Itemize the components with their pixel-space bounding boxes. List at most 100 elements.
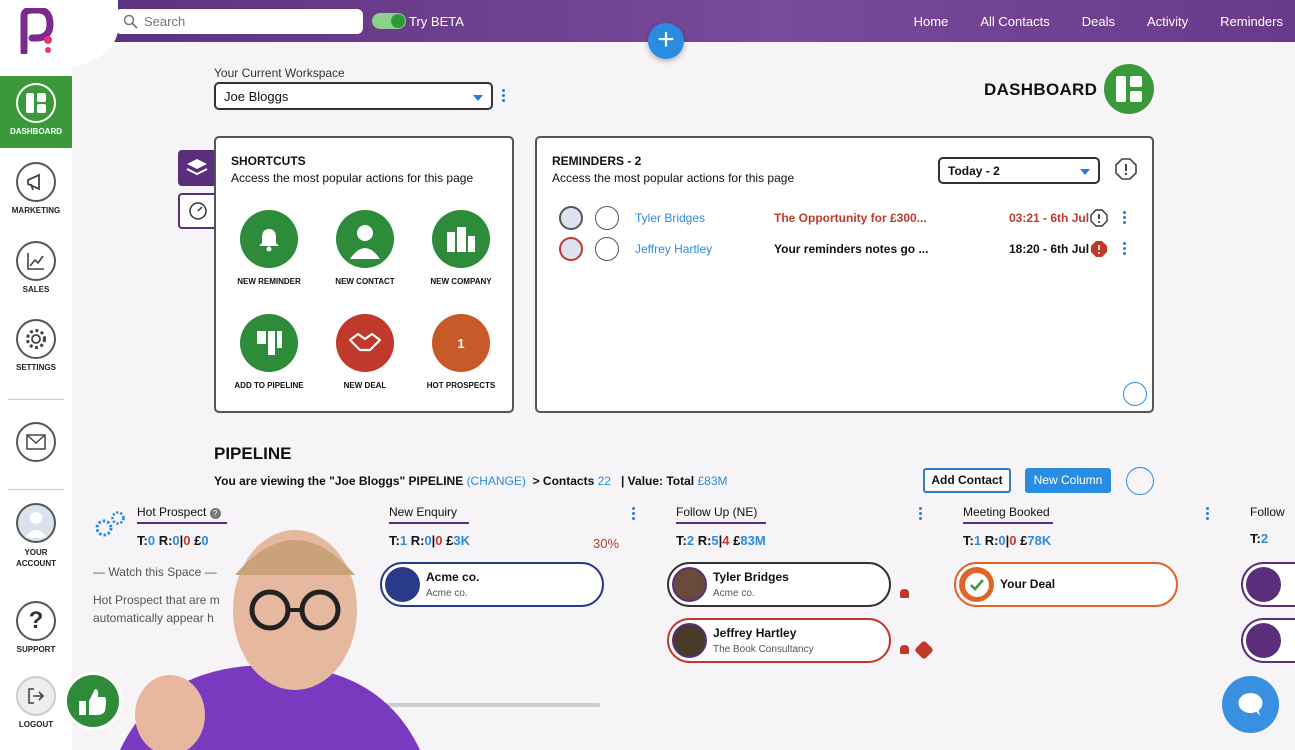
search-input[interactable] bbox=[144, 14, 344, 29]
card-subtitle: Acme co. bbox=[426, 588, 468, 599]
reminders-panel: REMINDERS - 2 Access the most popular ac… bbox=[535, 136, 1154, 413]
clipboard-icon[interactable] bbox=[595, 206, 619, 230]
shortcuts-subtitle: Access the most popular actions for this… bbox=[231, 171, 474, 185]
column-more-icon[interactable] bbox=[632, 507, 636, 522]
sidebar-item-settings[interactable]: SETTINGS bbox=[0, 319, 72, 372]
pipeline-card-tyler[interactable]: Tyler Bridges Acme co. bbox=[667, 562, 891, 607]
column-header[interactable]: Meeting Booked bbox=[963, 505, 1053, 524]
sidebar: DASHBOARD MARKETING SALES SETTINGS YOUR … bbox=[0, 68, 72, 750]
alert-octagon-icon bbox=[1091, 241, 1107, 257]
sidebar-label: DASHBOARD bbox=[10, 127, 62, 136]
avatar bbox=[672, 567, 707, 602]
card-subtitle: The Book Consultancy bbox=[713, 644, 814, 655]
pipeline-column-follow: Follow T:2 bbox=[1250, 505, 1295, 546]
shortcut-add-to-pipeline[interactable]: ADD TO PIPELINE bbox=[221, 314, 317, 390]
reminder-contact-link[interactable]: Tyler Bridges bbox=[635, 211, 705, 225]
card-title: Acme co. bbox=[426, 570, 480, 584]
pipeline-change-link[interactable]: (CHANGE) bbox=[467, 474, 526, 488]
shortcut-new-company[interactable]: NEW COMPANY bbox=[413, 210, 509, 286]
chat-button[interactable] bbox=[1222, 676, 1279, 733]
column-header[interactable]: Follow Up (NE) bbox=[676, 505, 766, 524]
mail-icon bbox=[16, 422, 56, 462]
quick-add-button[interactable]: + bbox=[648, 23, 684, 59]
shortcut-label: HOT PROSPECTS bbox=[426, 381, 496, 390]
clipboard-icon[interactable] bbox=[595, 237, 619, 261]
sidebar-item-mail[interactable] bbox=[0, 422, 72, 466]
reminder-more-icon[interactable] bbox=[1123, 211, 1127, 226]
beta-label: Try BETA bbox=[409, 14, 464, 29]
avatar bbox=[1246, 567, 1281, 602]
workspace-label: Your Current Workspace bbox=[214, 66, 345, 80]
card-title: Your Deal bbox=[1000, 577, 1056, 591]
alert-octagon-icon[interactable] bbox=[1115, 158, 1137, 180]
shortcut-hot-prospects[interactable]: 1 HOT PROSPECTS bbox=[413, 314, 509, 390]
logout-icon bbox=[16, 676, 56, 716]
new-column-button[interactable]: New Column bbox=[1025, 468, 1111, 493]
column-title: Follow bbox=[1250, 505, 1285, 519]
nav-activity[interactable]: Activity bbox=[1147, 14, 1188, 29]
pipeline-column-meeting-booked: Meeting Booked T:1 R:0|0 £78K bbox=[963, 505, 1053, 548]
bell-icon bbox=[900, 589, 909, 598]
reminder-time: 03:21 - 6th Jul bbox=[1009, 211, 1090, 225]
shortcut-label: NEW DEAL bbox=[343, 381, 387, 390]
pipeline-card[interactable] bbox=[1241, 618, 1295, 663]
column-header[interactable]: Follow bbox=[1250, 505, 1295, 522]
pipeline-icon bbox=[240, 314, 298, 372]
contacts-label: > Contacts bbox=[532, 474, 595, 488]
shortcut-new-contact[interactable]: NEW CONTACT bbox=[317, 210, 413, 286]
sidebar-item-marketing[interactable]: MARKETING bbox=[0, 162, 72, 215]
sidebar-divider bbox=[8, 399, 64, 400]
sidebar-label: LOGOUT bbox=[18, 720, 54, 729]
shortcut-new-deal[interactable]: NEW DEAL bbox=[317, 314, 413, 390]
expand-icon[interactable] bbox=[1126, 467, 1154, 495]
shortcuts-panel: SHORTCUTS Access the most popular action… bbox=[214, 136, 514, 413]
shortcuts-title: SHORTCUTS bbox=[231, 154, 306, 168]
nav-deals[interactable]: Deals bbox=[1082, 14, 1115, 29]
sidebar-item-sales[interactable]: SALES bbox=[0, 241, 72, 294]
expand-icon[interactable] bbox=[1123, 382, 1147, 406]
shortcuts-tab[interactable] bbox=[178, 150, 216, 186]
check-icon bbox=[959, 567, 994, 602]
shortcut-label: NEW REMINDER bbox=[237, 277, 301, 286]
app-logo-icon[interactable] bbox=[20, 8, 54, 54]
beta-toggle[interactable] bbox=[372, 13, 406, 29]
add-contact-button[interactable]: Add Contact bbox=[923, 468, 1011, 493]
pipeline-card-jeffrey[interactable]: Jeffrey Hartley The Book Consultancy bbox=[667, 618, 891, 663]
reminders-filter-select[interactable]: Today - 2 bbox=[938, 157, 1100, 184]
column-more-icon[interactable] bbox=[919, 507, 923, 522]
alert-octagon-icon bbox=[1090, 209, 1108, 227]
nav-home[interactable]: Home bbox=[914, 14, 949, 29]
chat-bubble-icon bbox=[1238, 693, 1263, 716]
pipeline-card-your-deal[interactable]: Your Deal bbox=[954, 562, 1178, 607]
megaphone-icon bbox=[16, 162, 56, 202]
workspace-select[interactable]: Joe Bloggs bbox=[214, 82, 493, 110]
pipeline-column-follow-up: Follow Up (NE) T:2 R:5|4 £83M bbox=[676, 505, 766, 548]
workspace-more-icon[interactable] bbox=[502, 89, 506, 104]
speedometer-tab[interactable] bbox=[178, 193, 216, 229]
sidebar-item-logout[interactable]: LOGOUT bbox=[0, 676, 72, 729]
thumbs-up-button[interactable] bbox=[64, 672, 122, 730]
logo-area bbox=[0, 0, 118, 68]
search-box[interactable] bbox=[115, 9, 363, 34]
reminder-contact-link[interactable]: Jeffrey Hartley bbox=[635, 242, 712, 256]
card-subtitle: Acme co. bbox=[713, 588, 755, 599]
reminders-filter-value: Today - 2 bbox=[948, 164, 1000, 178]
sidebar-label: MARKETING bbox=[11, 206, 61, 215]
nav-all-contacts[interactable]: All Contacts bbox=[980, 14, 1049, 29]
workspace-value: Joe Bloggs bbox=[224, 89, 289, 104]
column-title: Meeting Booked bbox=[963, 505, 1050, 519]
pipeline-card[interactable] bbox=[1241, 562, 1295, 607]
nav-reminders[interactable]: Reminders bbox=[1220, 14, 1283, 29]
reminder-row[interactable]: Tyler Bridges The Opportunity for £300..… bbox=[557, 204, 1137, 232]
search-icon bbox=[123, 14, 138, 29]
reminder-more-icon[interactable] bbox=[1123, 242, 1127, 257]
column-more-icon[interactable] bbox=[1206, 507, 1210, 522]
shortcut-new-reminder[interactable]: NEW REMINDER bbox=[221, 210, 317, 286]
sidebar-item-account[interactable]: YOUR ACCOUNT bbox=[0, 503, 72, 569]
sidebar-item-dashboard[interactable]: DASHBOARD bbox=[0, 76, 72, 148]
reminder-row[interactable]: Jeffrey Hartley Your reminders notes go … bbox=[557, 235, 1137, 263]
shortcut-label: NEW CONTACT bbox=[335, 277, 395, 286]
page-title: DASHBOARD bbox=[984, 80, 1098, 99]
thumbs-up-icon bbox=[79, 689, 106, 715]
sidebar-item-support[interactable]: ? SUPPORT bbox=[0, 601, 72, 654]
